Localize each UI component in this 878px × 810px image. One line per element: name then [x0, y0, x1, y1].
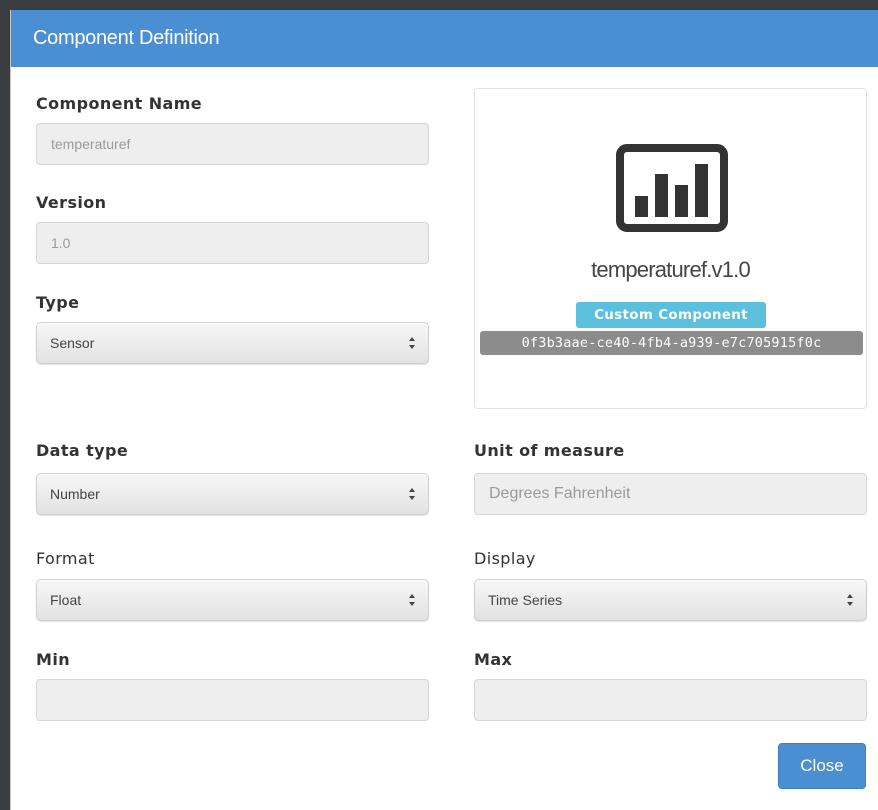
modal-title: Component Definition — [33, 27, 220, 49]
unit-of-measure-field[interactable]: Degrees Fahrenheit — [474, 473, 867, 515]
select-arrows-icon — [409, 594, 415, 606]
version-placeholder: 1.0 — [51, 235, 71, 251]
select-arrows-icon — [847, 594, 853, 606]
modal-header: Component Definition — [11, 10, 878, 67]
component-full-name: temperaturef.v1.0 — [591, 257, 751, 282]
max-label: Max — [474, 650, 513, 669]
min-field[interactable] — [36, 679, 429, 721]
component-name-field[interactable]: temperaturef — [36, 123, 429, 165]
max-field[interactable] — [474, 679, 867, 721]
component-definition-modal: Component Definition Component Name temp… — [10, 10, 878, 810]
format-label: Format — [36, 549, 95, 568]
data-type-select[interactable]: Number — [36, 473, 429, 515]
version-label: Version — [36, 193, 107, 212]
component-uuid-badge: 0f3b3aae-ce40-4fb4-a939-e7c705915f0c — [480, 331, 863, 355]
type-label: Type — [36, 293, 80, 312]
data-type-label: Data type — [36, 441, 129, 460]
format-selected-value: Float — [50, 592, 82, 608]
type-select[interactable]: Sensor — [36, 322, 429, 364]
select-arrows-icon — [409, 337, 415, 349]
version-field[interactable]: 1.0 — [36, 222, 429, 264]
display-select[interactable]: Time Series — [474, 579, 867, 621]
unit-of-measure-label: Unit of measure — [474, 441, 625, 460]
component-name-placeholder: temperaturef — [51, 136, 131, 152]
display-selected-value: Time Series — [488, 592, 563, 608]
format-select[interactable]: Float — [36, 579, 429, 621]
min-label: Min — [36, 650, 70, 669]
component-preview-card: temperaturef.v1.0 Custom Component 0f3b3… — [474, 88, 867, 409]
custom-component-badge: Custom Component — [576, 302, 766, 328]
type-selected-value: Sensor — [50, 335, 95, 351]
bar-chart-icon — [616, 144, 728, 232]
display-label: Display — [474, 549, 536, 568]
select-arrows-icon — [409, 488, 415, 500]
component-name-label: Component Name — [36, 94, 203, 113]
data-type-selected-value: Number — [50, 486, 100, 502]
close-button[interactable]: Close — [778, 743, 866, 789]
unit-of-measure-placeholder: Degrees Fahrenheit — [489, 485, 631, 502]
